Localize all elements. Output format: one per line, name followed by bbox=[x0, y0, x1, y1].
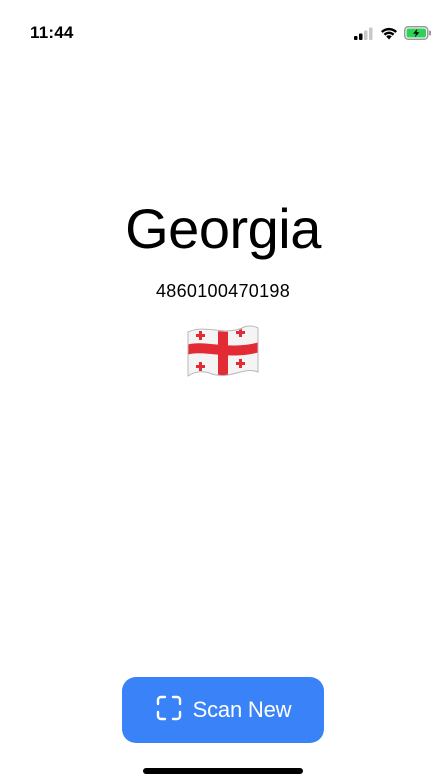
country-name: Georgia bbox=[125, 197, 321, 260]
barcode-number: 4860100470198 bbox=[155, 281, 291, 301]
result-screen: Georgia 4860100470198 Scan New bbox=[0, 0, 446, 784]
georgia-flag-icon bbox=[186, 322, 260, 382]
scan-frame-icon bbox=[155, 694, 183, 727]
home-indicator[interactable] bbox=[143, 768, 303, 774]
scan-new-label: Scan New bbox=[192, 697, 292, 722]
scan-new-button[interactable]: Scan New bbox=[122, 677, 324, 743]
